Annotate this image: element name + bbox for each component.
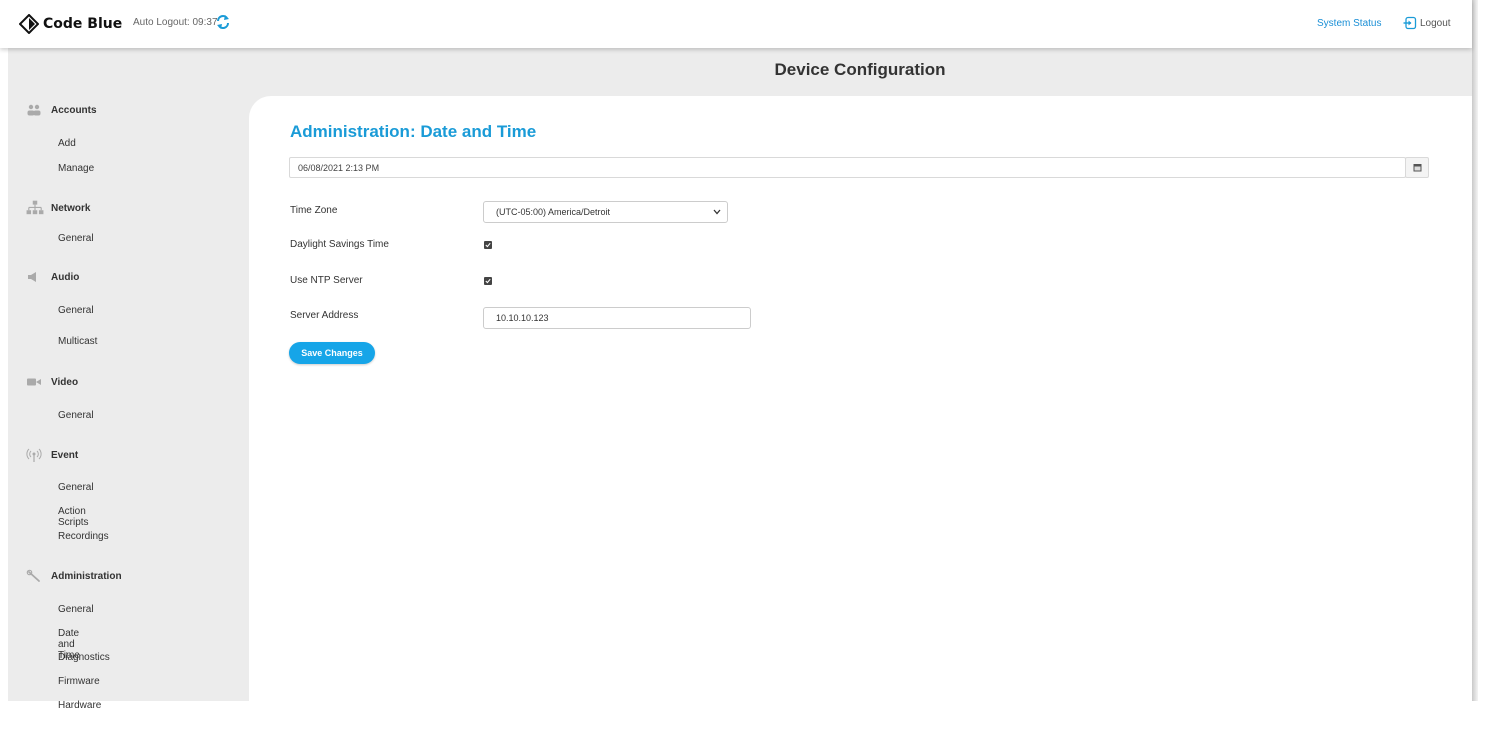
server-address-input[interactable]: 10.10.10.123 [483, 307, 751, 329]
sidebar-section-video[interactable]: Video [26, 375, 78, 389]
window-edge [1472, 0, 1478, 705]
sidebar-item-video-general[interactable]: General [58, 410, 94, 421]
broadcast-icon [26, 448, 42, 462]
sidebar-item-accounts-add[interactable]: Add [58, 138, 76, 149]
sidebar-item-administration-general[interactable]: General [58, 604, 94, 615]
code-blue-logo-icon [19, 14, 39, 34]
speaker-icon [28, 272, 36, 282]
sidebar-section-label: Event [51, 449, 79, 461]
sidebar-item-event-recordings[interactable]: Recordings [58, 531, 109, 542]
sidebar-item-audio-general[interactable]: General [58, 305, 94, 316]
sidebar-item-event-general[interactable]: General [58, 482, 94, 493]
page-header-title: Device Configuration [774, 60, 946, 79]
datetime-input[interactable]: 06/08/2021 2:13 PM [289, 157, 1406, 178]
daylight-savings-label: Daylight Savings Time [290, 239, 389, 250]
logout-label: Logout [1420, 17, 1451, 29]
sidebar-item-administration-firmware[interactable]: Firmware [58, 676, 100, 687]
wrench-icon [26, 569, 40, 582]
refresh-icon[interactable] [215, 14, 231, 30]
server-address-label: Server Address [290, 310, 359, 321]
sidebar-item-administration-hardware[interactable]: Hardware [58, 700, 101, 711]
use-ntp-checkbox[interactable] [484, 277, 492, 285]
video-camera-icon [27, 378, 41, 386]
sidebar-section-network[interactable]: Network [26, 199, 90, 217]
auto-logout-timer: Auto Logout: 09:37 [133, 17, 218, 28]
top-bar: Code Blue Auto Logout: 09:37 System Stat… [0, 0, 1472, 48]
system-status-link[interactable]: System Status [1317, 18, 1381, 29]
save-changes-button[interactable]: Save Changes [289, 342, 375, 364]
page-title: Administration: Date and Time [290, 122, 537, 141]
sidebar-section-audio[interactable]: Audio [26, 270, 79, 284]
sidebar-section-label: Accounts [51, 104, 97, 116]
checkmark-icon [485, 278, 491, 284]
sidebar-section-accounts[interactable]: Accounts [26, 103, 97, 117]
sidebar-section-label: Video [51, 376, 79, 388]
brand-logo[interactable]: Code Blue [19, 14, 122, 34]
sidebar-item-event-action-scripts[interactable]: Action Scripts [58, 506, 89, 528]
daylight-savings-checkbox[interactable] [484, 241, 492, 249]
logout-icon [1403, 16, 1417, 30]
sidebar-section-administration[interactable]: Administration [26, 569, 122, 583]
use-ntp-label: Use NTP Server [290, 275, 363, 286]
logout-button[interactable]: Logout [1403, 16, 1451, 30]
chevron-down-icon [713, 209, 721, 215]
brand-name: Code Blue [43, 16, 123, 32]
checkmark-icon [485, 242, 491, 248]
sidebar-item-audio-multicast[interactable]: Multicast [58, 336, 97, 347]
sidebar-item-network-general[interactable]: General [58, 233, 94, 244]
time-zone-value: (UTC-05:00) America/Detroit [496, 207, 611, 217]
sidebar-section-label: Network [51, 202, 91, 214]
time-zone-label: Time Zone [290, 205, 338, 216]
calendar-button[interactable] [1405, 157, 1429, 178]
sidebar-section-label: Audio [51, 271, 80, 283]
calendar-icon [1413, 164, 1421, 172]
sidebar-item-accounts-manage[interactable]: Manage [58, 163, 94, 174]
sidebar-section-event[interactable]: Event [26, 447, 78, 463]
time-zone-select[interactable]: (UTC-05:00) America/Detroit [483, 201, 728, 223]
users-icon [27, 104, 41, 116]
content-panel [249, 96, 1472, 706]
sidebar-item-administration-diagnostics[interactable]: Diagnostics [58, 652, 110, 663]
network-icon [26, 200, 44, 215]
sidebar-section-label: Administration [51, 570, 122, 582]
